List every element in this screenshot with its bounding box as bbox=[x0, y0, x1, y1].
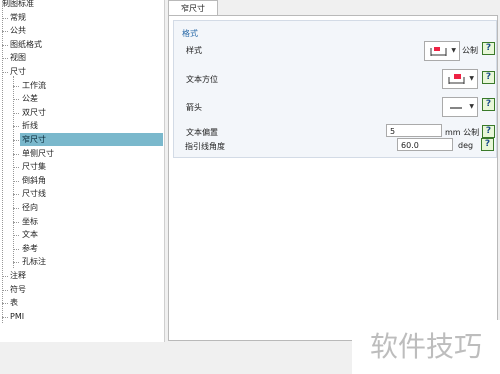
tree-item-label: 坐标 bbox=[22, 216, 38, 226]
tree-item[interactable]: PMI bbox=[8, 310, 26, 323]
tree-item-label: 倒斜角 bbox=[22, 175, 46, 185]
arrow-dropdown[interactable]: ▼ bbox=[442, 97, 478, 117]
tree-item[interactable]: 坐标 bbox=[20, 215, 40, 228]
chevron-down-icon: ▼ bbox=[469, 103, 474, 110]
tree-item-label: 视图 bbox=[10, 53, 26, 63]
tree-item-label: 窄尺寸 bbox=[20, 133, 48, 146]
tree-item-label: 表 bbox=[10, 298, 18, 308]
chevron-down-icon: ▼ bbox=[469, 75, 474, 82]
tree-item-label: PMI bbox=[10, 311, 25, 321]
tree-item[interactable]: 符号 bbox=[8, 283, 28, 296]
text-offset-input[interactable]: 5 bbox=[386, 124, 442, 137]
text-offset-unit: mm 公制 bbox=[445, 128, 480, 137]
help-icon[interactable]: ? bbox=[482, 125, 495, 138]
tree-item[interactable]: 尺寸线 bbox=[20, 187, 48, 200]
tree-item[interactable]: 折线 bbox=[20, 119, 40, 132]
tree-item[interactable]: 参考 bbox=[20, 242, 40, 255]
tree-item-label: 符号 bbox=[10, 284, 26, 294]
tree-item[interactable]: 注释 bbox=[8, 269, 28, 282]
tree-item-label: 公共 bbox=[10, 26, 26, 36]
arrow-label: 箭头 bbox=[186, 103, 202, 112]
help-icon[interactable]: ? bbox=[482, 98, 495, 111]
tree-connector bbox=[2, 6, 3, 323]
tree-item-label: 孔标注 bbox=[22, 257, 46, 267]
chevron-down-icon: ▼ bbox=[451, 47, 456, 54]
help-icon[interactable]: ? bbox=[482, 71, 495, 84]
tree-item-label: 常规 bbox=[10, 12, 26, 22]
tree-item[interactable]: 倒斜角 bbox=[20, 174, 48, 187]
tree-item-label: 折线 bbox=[22, 121, 38, 131]
tree-item[interactable]: 表 bbox=[8, 296, 20, 309]
tree-item[interactable]: 制图标准 bbox=[0, 0, 36, 10]
tree-item[interactable]: 尺寸集 bbox=[20, 160, 48, 173]
tree-item[interactable]: 尺寸 bbox=[8, 65, 28, 78]
tree-item[interactable]: 单侧尺寸 bbox=[20, 147, 56, 160]
tree-item[interactable]: 图纸格式 bbox=[8, 38, 44, 51]
leader-angle-input[interactable]: 60.0 bbox=[397, 138, 453, 151]
style-dropdown[interactable]: ▼ bbox=[424, 41, 460, 61]
tree-item[interactable]: 径向 bbox=[20, 201, 40, 214]
tree-item[interactable]: 公差 bbox=[20, 92, 40, 105]
tree-item[interactable]: 文本 bbox=[20, 228, 40, 241]
tree-item[interactable]: 双尺寸 bbox=[20, 106, 48, 119]
text-offset-label: 文本偏置 bbox=[186, 128, 218, 137]
style-label: 样式 bbox=[186, 46, 202, 55]
tree-item-label: 工作流 bbox=[22, 80, 46, 90]
tree-item[interactable]: 窄尺寸 bbox=[20, 133, 163, 146]
tree-item-label: 文本 bbox=[22, 230, 38, 240]
format-group-title: 格式 bbox=[182, 29, 198, 38]
style-unit: 公制 bbox=[462, 46, 478, 55]
tree-item[interactable]: 常规 bbox=[8, 11, 28, 24]
tree-item[interactable]: 视图 bbox=[8, 51, 28, 64]
help-icon[interactable]: ? bbox=[482, 42, 495, 55]
help-icon[interactable]: ? bbox=[481, 138, 494, 151]
tree-item-label: 图纸格式 bbox=[10, 39, 42, 49]
tree-item-label: 参考 bbox=[22, 243, 38, 253]
settings-tree: 制图标准常规公共图纸格式视图尺寸工作流公差双尺寸折线窄尺寸单侧尺寸尺寸集倒斜角尺… bbox=[0, 0, 165, 342]
tree-item-label: 双尺寸 bbox=[22, 107, 46, 117]
tree-item-label: 径向 bbox=[22, 203, 38, 212]
tree-item-label: 尺寸线 bbox=[22, 189, 46, 199]
leader-angle-unit: deg bbox=[458, 141, 474, 150]
tree-connector bbox=[13, 76, 14, 268]
watermark: 软件技巧 bbox=[352, 320, 500, 374]
tree-item-label: 公差 bbox=[22, 94, 38, 104]
tree-item-label: 制图标准 bbox=[2, 0, 34, 8]
tree-item-label: 尺寸 bbox=[10, 67, 26, 76]
settings-panel: 格式 样式 ▼ 公制 ? 文本方位 ▼ ? 箭头 ▼ ? 文本偏置 5 mm 公… bbox=[168, 15, 498, 341]
tree-item[interactable]: 工作流 bbox=[20, 79, 48, 92]
tree-item[interactable]: 公共 bbox=[8, 24, 28, 37]
tree-item-label: 尺寸集 bbox=[22, 162, 46, 172]
text-orientation-dropdown[interactable]: ▼ bbox=[442, 69, 478, 89]
leader-angle-label: 指引线角度 bbox=[185, 142, 225, 151]
tab-narrow-dimension[interactable]: 窄尺寸 bbox=[168, 0, 218, 16]
text-orientation-label: 文本方位 bbox=[186, 75, 218, 84]
tree-item[interactable]: 孔标注 bbox=[20, 255, 48, 268]
tree-item-label: 单侧尺寸 bbox=[22, 148, 54, 158]
tree-item-label: 注释 bbox=[10, 271, 26, 280]
